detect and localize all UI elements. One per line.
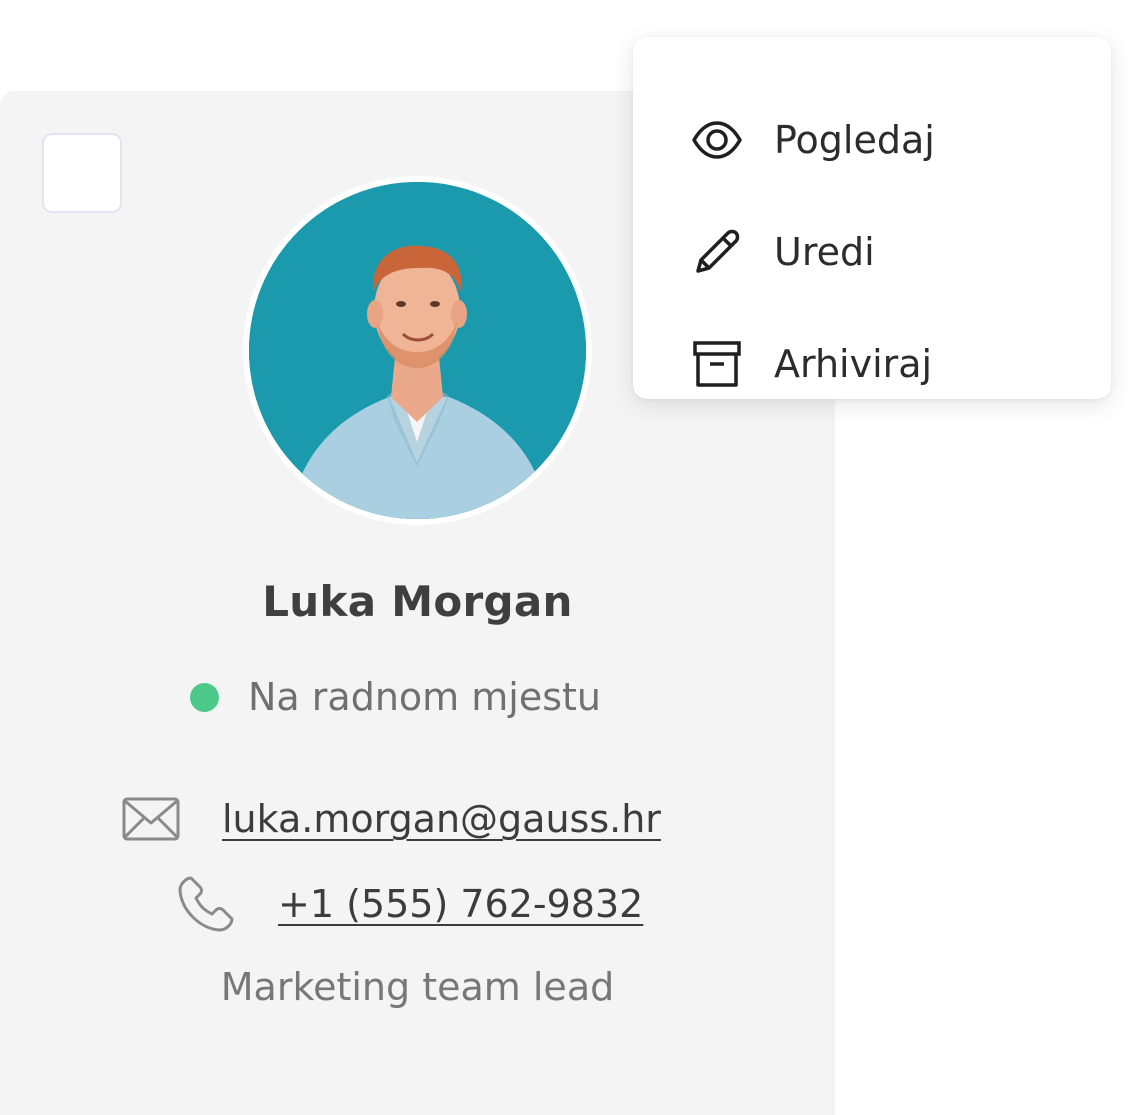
status-text: Na radnom mjestu bbox=[248, 675, 601, 719]
phone-row: +1 (555) 762-9832 bbox=[176, 872, 643, 936]
email-row: luka.morgan@gauss.hr bbox=[122, 787, 661, 851]
select-checkbox[interactable] bbox=[42, 133, 122, 213]
menu-item-view[interactable]: Pogledaj bbox=[633, 100, 1111, 180]
menu-item-label: Arhiviraj bbox=[774, 342, 933, 386]
archive-icon bbox=[691, 338, 743, 390]
phone-icon bbox=[178, 876, 234, 932]
pencil-icon bbox=[691, 226, 743, 278]
email-link[interactable]: luka.morgan@gauss.hr bbox=[222, 797, 661, 841]
job-title: Marketing team lead bbox=[220, 965, 615, 1009]
contact-card-screen: Luka Morgan Na radnom mjestu luka.morgan… bbox=[0, 0, 1147, 1115]
status-dot-icon bbox=[190, 682, 219, 712]
status-indicator: Na radnom mjestu bbox=[190, 672, 601, 722]
menu-item-label: Uredi bbox=[774, 230, 875, 274]
context-menu: Pogledaj Uredi Arhiviraj bbox=[633, 37, 1111, 399]
contact-name: Luka Morgan bbox=[262, 577, 573, 626]
menu-item-archive[interactable]: Arhiviraj bbox=[633, 324, 1111, 404]
avatar-photo bbox=[249, 182, 586, 519]
avatar bbox=[249, 182, 586, 519]
avatar-ring bbox=[243, 176, 592, 525]
phone-link[interactable]: +1 (555) 762-9832 bbox=[278, 882, 643, 926]
eye-icon bbox=[691, 114, 743, 166]
menu-item-label: Pogledaj bbox=[774, 118, 935, 162]
menu-item-edit[interactable]: Uredi bbox=[633, 212, 1111, 292]
envelope-icon bbox=[122, 797, 180, 841]
